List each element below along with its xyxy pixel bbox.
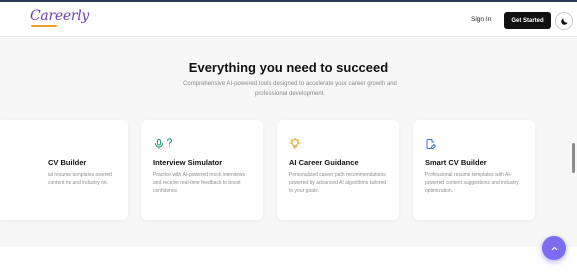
feature-card-interview-simulator[interactable]: Interview Simulator Practice with AI-pow… (141, 120, 263, 220)
card-description: ial resume templates owered content ns a… (48, 172, 112, 186)
section-title: Everything you need to succeed (188, 60, 389, 75)
page-scrollbar[interactable] (572, 143, 575, 173)
chevron-up-icon (551, 246, 557, 250)
section-subtitle: Comprehensive AI-powered tools designed … (183, 81, 397, 97)
feature-card-smart-cv-builder[interactable]: Smart CV Builder Professional resume tem… (413, 120, 535, 220)
card-title: CV Builder (48, 158, 87, 167)
card-title: AI Career Guidance (289, 158, 359, 167)
card-title: Interview Simulator (153, 158, 223, 167)
moon-icon (560, 18, 567, 25)
card-title: Smart CV Builder (425, 158, 487, 167)
feature-card-ai-career-guidance[interactable]: AI Career Guidance Personalized career p… (277, 120, 399, 220)
sign-in-link[interactable]: Sign In (471, 16, 491, 23)
scroll-to-top-button[interactable] (542, 236, 566, 260)
get-started-button[interactable]: Get Started (504, 12, 551, 29)
top-navbar: Careerly Sign In Get Started (0, 0, 577, 37)
feature-card-cv-builder[interactable]: CV Builder ial resume templates owered c… (0, 120, 128, 220)
logo-underline (31, 25, 57, 27)
brand-logo[interactable]: Careerly (30, 8, 89, 24)
card-description: Professional resume templates with AI-po… (425, 172, 519, 194)
features-section: Everything you need to succeed Comprehen… (0, 38, 577, 247)
question-mark-icon (167, 138, 172, 147)
lightbulb-icon (289, 138, 301, 149)
card-description: Practice with AI-powered mock interviews… (153, 172, 245, 194)
theme-toggle-button[interactable] (555, 12, 573, 30)
edit-document-icon (426, 139, 436, 149)
card-description: Personalized career path recommendations… (289, 172, 387, 194)
microphone-icon (155, 139, 163, 149)
